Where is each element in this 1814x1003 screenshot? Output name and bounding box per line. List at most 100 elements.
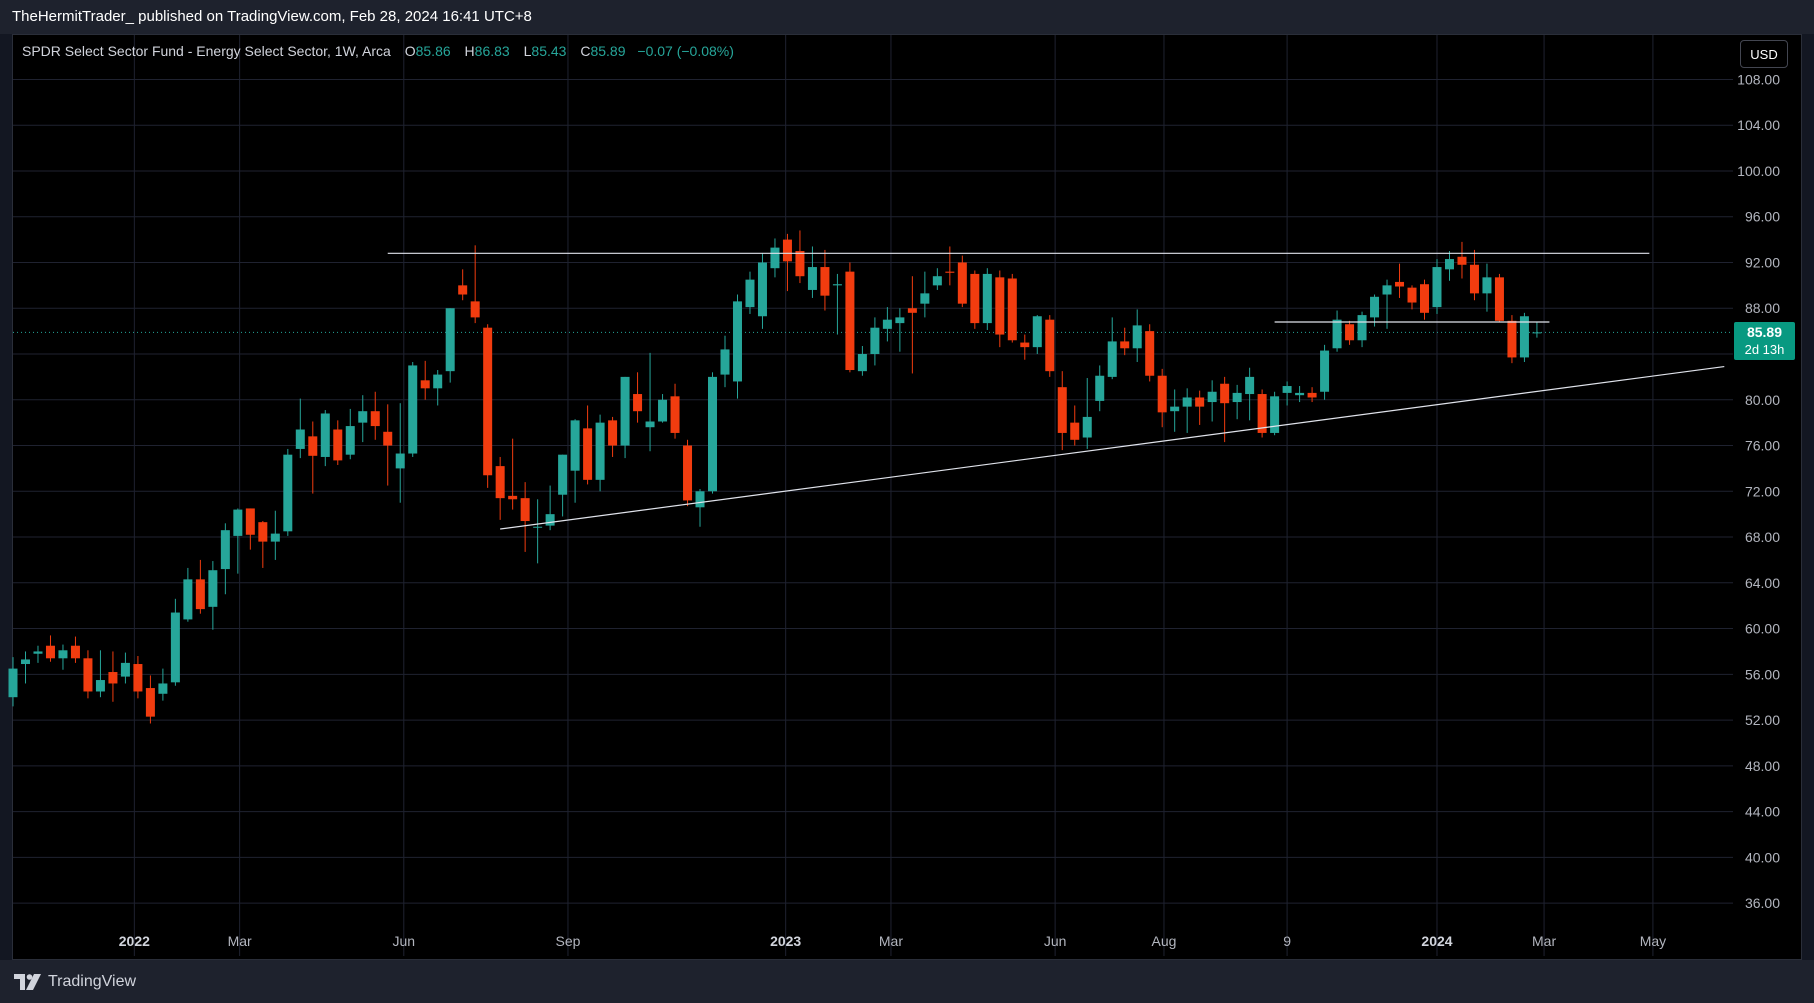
- candle-down: [258, 522, 268, 542]
- candle-up: [1357, 315, 1367, 341]
- tradingview-logo-icon: [14, 974, 41, 990]
- candle-up: [870, 327, 880, 354]
- candle-up: [295, 429, 305, 449]
- candle-up: [1295, 392, 1305, 396]
- footer-bar: TradingView: [0, 960, 1814, 1003]
- candle-down: [633, 394, 643, 412]
- y-tick-label: 72.00: [1745, 483, 1780, 499]
- candle-up: [208, 570, 218, 607]
- candle-up: [283, 454, 293, 532]
- last-price-value: 85.89: [1746, 324, 1783, 340]
- candle-down: [195, 579, 205, 610]
- candle-up: [120, 662, 130, 677]
- candle-up: [1245, 376, 1255, 395]
- candle-down: [483, 327, 493, 476]
- y-tick-label: 108.00: [1737, 71, 1780, 87]
- candle-down: [508, 495, 518, 500]
- y-tick-label: 40.00: [1745, 849, 1780, 865]
- candle-up: [857, 354, 867, 372]
- candle-up: [233, 509, 243, 536]
- candle-down: [420, 380, 430, 389]
- y-tick-label: 104.00: [1737, 117, 1780, 133]
- candle-up: [932, 276, 942, 286]
- candle-up: [158, 683, 168, 694]
- candle-down: [133, 664, 143, 692]
- candle-up: [270, 533, 280, 542]
- candle-down: [1469, 264, 1479, 294]
- candle-up: [358, 411, 368, 423]
- candle-up: [1207, 391, 1217, 403]
- y-tick-label: 48.00: [1745, 758, 1780, 774]
- candle-down: [1020, 342, 1030, 348]
- candle-up: [770, 247, 780, 269]
- candle-up: [1232, 392, 1242, 403]
- candle-down: [1307, 392, 1317, 398]
- candle-down: [333, 429, 343, 461]
- candle-up: [895, 317, 905, 324]
- candle-up: [58, 650, 68, 659]
- candle-up: [1082, 416, 1092, 438]
- candle-up: [1432, 267, 1442, 308]
- x-tick-label: Aug: [1152, 933, 1177, 949]
- candle-up: [170, 612, 180, 683]
- y-tick-label: 88.00: [1745, 300, 1780, 316]
- x-tick-label: Mar: [1532, 933, 1556, 949]
- x-tick-label: 2023: [770, 933, 801, 949]
- candle-down: [957, 262, 967, 304]
- candle-down: [820, 267, 830, 296]
- candle-up: [433, 374, 443, 389]
- candle-down: [1157, 375, 1167, 413]
- y-tick-label: 92.00: [1745, 254, 1780, 270]
- candle-up: [1182, 397, 1192, 407]
- y-tick-label: 96.00: [1745, 209, 1780, 225]
- high-value: 86.83: [474, 43, 510, 59]
- candle-up: [1370, 296, 1380, 318]
- candle-down: [1145, 331, 1155, 376]
- candle-up: [645, 421, 655, 428]
- candle-up: [1282, 386, 1292, 393]
- candle-down: [945, 271, 955, 273]
- bar-countdown: 2d 13h: [1744, 342, 1785, 357]
- candle-down: [1120, 341, 1130, 349]
- y-tick-label: 52.00: [1745, 712, 1780, 728]
- candle-up: [445, 308, 455, 372]
- candlestick-chart[interactable]: 108.00104.00100.0096.0092.0088.0084.0080…: [0, 0, 1814, 1003]
- candle-up: [595, 422, 605, 480]
- candle-up: [558, 454, 568, 495]
- candle-down: [470, 301, 480, 318]
- y-tick-label: 68.00: [1745, 529, 1780, 545]
- candle-up: [33, 651, 43, 654]
- candle-down: [308, 436, 318, 456]
- x-tick-label: Jun: [1044, 933, 1067, 949]
- candle-down: [383, 431, 393, 446]
- candle-up: [1107, 341, 1117, 377]
- candle-down: [1195, 397, 1205, 407]
- candle-down: [1407, 287, 1417, 303]
- candle-down: [458, 285, 468, 295]
- candle-up: [1382, 285, 1392, 295]
- candle-down: [45, 645, 55, 659]
- currency-button[interactable]: USD: [1740, 40, 1788, 68]
- candle-up: [1482, 277, 1492, 294]
- high-key: H: [464, 43, 475, 59]
- y-tick-label: 36.00: [1745, 895, 1780, 911]
- candle-down: [1494, 277, 1504, 321]
- tradingview-brand[interactable]: TradingView: [14, 972, 136, 992]
- symbol-title[interactable]: SPDR Select Sector Fund - Energy Select …: [22, 43, 391, 59]
- candle-up: [1095, 375, 1105, 401]
- candle-up: [732, 301, 742, 382]
- candle-down: [108, 672, 118, 684]
- candle-up: [20, 659, 30, 665]
- candle-down: [970, 273, 980, 324]
- candle-down: [583, 428, 593, 480]
- candle-up: [395, 453, 405, 469]
- candle-down: [795, 251, 805, 277]
- x-tick-label: Mar: [879, 933, 903, 949]
- candle-down: [1070, 422, 1080, 440]
- y-tick-label: 56.00: [1745, 666, 1780, 682]
- y-tick-label: 44.00: [1745, 804, 1780, 820]
- candle-up: [708, 376, 718, 492]
- candle-up: [183, 579, 193, 620]
- candle-up: [720, 349, 730, 375]
- candle-down: [1457, 256, 1467, 265]
